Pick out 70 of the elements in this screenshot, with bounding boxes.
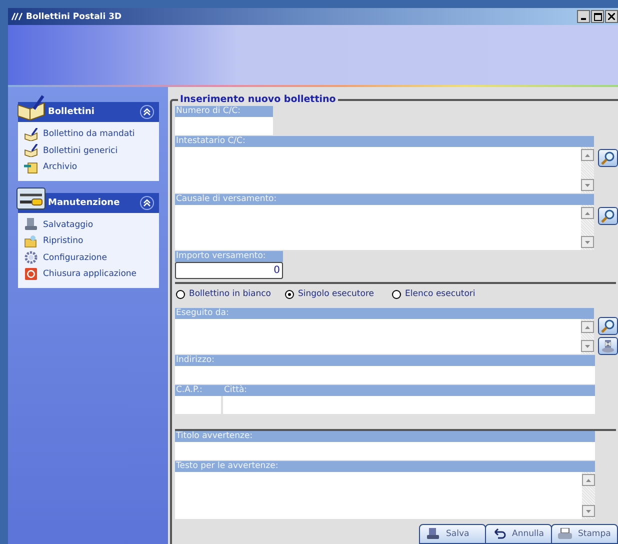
power-icon — [24, 268, 38, 281]
contact-button[interactable] — [598, 337, 618, 355]
scrollbar[interactable] — [582, 472, 595, 519]
collapse-chevron-icon[interactable] — [140, 196, 154, 210]
sidebar-link[interactable]: Salvataggio — [43, 220, 94, 230]
collapse-chevron-icon[interactable] — [140, 105, 154, 119]
scroll-up-arrow-icon[interactable] — [585, 154, 590, 156]
notebook-pen-icon — [16, 95, 46, 121]
field-label: Testo per le avvertenze: — [175, 461, 595, 472]
scroll-down-arrow-icon[interactable] — [585, 344, 590, 348]
undo-icon — [492, 528, 506, 540]
action-button[interactable]: Annulla — [485, 524, 552, 544]
computer-icon — [426, 528, 440, 540]
minimize-button[interactable] — [577, 10, 590, 23]
group-header[interactable]: Manutenzione — [18, 186, 159, 212]
field-label: Numero di C/C: — [175, 106, 273, 117]
folder-arrow-icon — [24, 160, 38, 174]
group-header[interactable]: Bollettini — [18, 95, 159, 122]
input-field[interactable] — [175, 366, 595, 384]
gear-icon — [24, 251, 38, 264]
scrollbar[interactable] — [581, 147, 594, 193]
group-title: Manutenzione — [48, 198, 121, 208]
field-label: Indirizzo: — [175, 355, 595, 366]
field-label: Importo versamento: — [175, 251, 283, 262]
sidebar-link[interactable]: Archivio — [43, 162, 78, 172]
field-label: Titolo avvertenze: — [175, 431, 595, 442]
search-button[interactable] — [598, 149, 618, 167]
open-folder-icon — [24, 234, 38, 248]
input-field[interactable] — [175, 396, 221, 414]
search-button[interactable] — [598, 207, 618, 225]
amount-field[interactable]: 0 — [175, 262, 283, 279]
input-field[interactable] — [223, 396, 595, 414]
notebook-pen-icon — [24, 144, 38, 158]
scroll-down-arrow-icon[interactable] — [586, 510, 591, 512]
sidebar-link[interactable]: Ripristino — [43, 236, 84, 246]
close-icon — [608, 13, 615, 20]
sidebar-link[interactable]: Bollettini generici — [43, 146, 118, 156]
search-button[interactable] — [598, 317, 618, 335]
field-label: Eseguito da: — [175, 308, 594, 319]
notebook-pen-icon — [24, 128, 38, 141]
field-label: Città: — [224, 385, 248, 396]
scroll-down-arrow-icon[interactable] — [585, 184, 590, 186]
input-field[interactable] — [175, 117, 273, 135]
field-label: Intestatario C/C: — [175, 136, 594, 147]
printer-icon — [558, 528, 572, 540]
radio-option[interactable]: Singolo esecutore — [284, 289, 374, 299]
scroll-down-arrow-icon[interactable] — [585, 240, 590, 244]
scroll-up-arrow-icon[interactable] — [585, 326, 590, 328]
action-button[interactable]: Salva — [419, 524, 486, 544]
window-title: Bollettini Postali 3D — [26, 12, 123, 22]
scrollbar[interactable] — [581, 319, 594, 354]
group-title: Bollettini — [48, 107, 96, 117]
tools-icon — [16, 186, 46, 210]
action-button[interactable]: Stampa — [551, 524, 618, 544]
app-icon — [11, 12, 23, 21]
radio-option[interactable]: Elenco esecutori — [392, 289, 476, 299]
form-legend: Inserimento nuovo bollettino — [178, 94, 338, 105]
sidebar-link[interactable]: Bollettino da mandati — [43, 129, 135, 140]
field-label: C.A.P.: — [176, 385, 204, 396]
field-label: Causale di versamento: — [175, 194, 594, 205]
sidebar-link[interactable]: Chiusura applicazione — [43, 269, 137, 280]
input-field[interactable] — [175, 442, 595, 460]
maximize-button[interactable] — [591, 10, 604, 23]
scroll-up-arrow-icon[interactable] — [585, 212, 590, 214]
sidebar-link[interactable]: Configurazione — [43, 252, 108, 263]
close-button[interactable] — [605, 10, 618, 23]
radio-option[interactable]: Bollettino in bianco — [176, 289, 271, 299]
computer-icon — [24, 218, 38, 232]
scrollbar[interactable] — [581, 205, 594, 250]
scroll-up-arrow-icon[interactable] — [586, 478, 591, 482]
